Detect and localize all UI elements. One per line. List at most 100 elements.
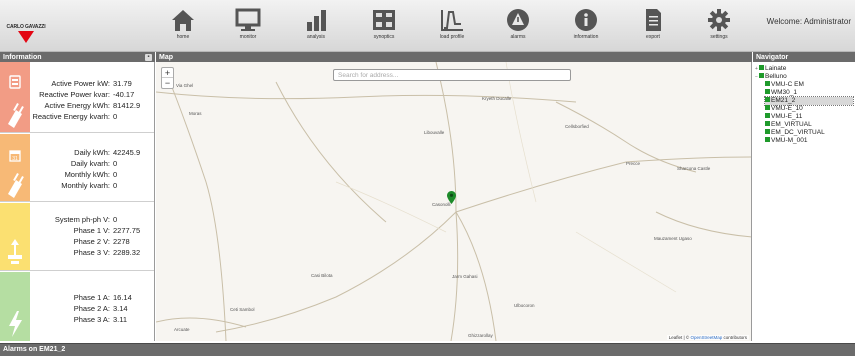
- nav-information-label: information: [573, 34, 599, 40]
- tree-item-vmu-e-10[interactable]: VMU-E_10: [765, 105, 803, 113]
- app-window: CARLO GAVAZZI home monitor analysis syno…: [0, 0, 855, 356]
- alarms-panel-header[interactable]: Alarms on EM21_2: [0, 343, 855, 356]
- collapse-icon[interactable]: ▪: [145, 54, 152, 61]
- voltage-icon: [8, 239, 22, 264]
- node-status-icon: [759, 65, 764, 70]
- nav-monitor-button[interactable]: monitor: [213, 6, 283, 50]
- nav-synoptics-label: synoptics: [373, 34, 395, 40]
- map-label: Libouvalle: [424, 130, 445, 135]
- node-status-icon: [765, 129, 770, 134]
- openstreetmap-link[interactable]: OpenStreetMap: [690, 335, 722, 340]
- map-label: Ghizzarollay: [468, 333, 493, 338]
- tree-item-em21-2[interactable]: EM21_2: [764, 96, 854, 106]
- tree-item-em-virtual[interactable]: EM_VIRTUAL: [765, 121, 812, 129]
- tree-item-label: Belluno: [765, 73, 787, 80]
- info-row-reactive-energy: Reactive Energy kvarh: 0: [30, 111, 154, 123]
- nav-synoptics-button[interactable]: synoptics: [349, 6, 419, 50]
- node-status-icon: [765, 97, 770, 102]
- tree-item-vmu-c-em[interactable]: VMU-C EM: [765, 81, 804, 89]
- carlo-gavazzi-logo: CARLO GAVAZZI: [4, 24, 48, 54]
- map-search-input[interactable]: [333, 69, 571, 81]
- lightning-icon: [9, 311, 22, 337]
- tree-item-em-dc-virtual[interactable]: EM_DC_VIRTUAL: [765, 129, 825, 137]
- plug-icon: [8, 103, 24, 128]
- tree-item-label: Lainate: [765, 65, 787, 72]
- monthly-kvarh-value: 0: [113, 181, 118, 190]
- tree-item-belluno[interactable]: − Belluno: [755, 73, 787, 81]
- totals-color-strip: 31: [0, 134, 30, 201]
- voltage-color-strip: [0, 203, 30, 270]
- monthly-kvarh-label: Monthly kvarh:: [61, 181, 110, 190]
- nav-export-button[interactable]: export: [618, 6, 688, 50]
- nav-monitor-label: monitor: [239, 34, 257, 40]
- info-section-power: Active Power kW: 31.79 Reactive Power kv…: [0, 62, 154, 133]
- node-status-icon: [765, 121, 770, 126]
- tree-item-label: EM21_2: [771, 97, 796, 104]
- map-label: Arcuate: [174, 327, 190, 332]
- node-status-icon: [765, 89, 770, 94]
- map-label: Casi Bilota: [311, 273, 333, 278]
- info-row-phase3-voltage: Phase 3 V: 2289.32: [30, 247, 154, 259]
- tree-item-label: VMU-C EM: [771, 81, 804, 88]
- reactive-energy-value: 0: [113, 112, 118, 121]
- attribution-prefix: Leaflet | ©: [668, 335, 691, 340]
- tree-item-label: VMU-M_001: [771, 137, 808, 144]
- nav-analysis-button[interactable]: analysis: [281, 6, 351, 50]
- map-view[interactable]: + − Via Ghel Moras Kryeth Ducalle Libouv…: [156, 62, 752, 341]
- home-icon: [172, 10, 194, 31]
- info-icon: [575, 9, 597, 31]
- phase3-voltage-label: Phase 3 V:: [73, 248, 110, 257]
- nav-alarms-button[interactable]: alarms: [483, 6, 553, 50]
- monitor-icon: [235, 8, 261, 31]
- tree-item-label: EM_DC_VIRTUAL: [771, 129, 825, 136]
- map-label: Via Ghel: [176, 83, 194, 88]
- synoptics-icon: [373, 10, 395, 30]
- nav-settings-label: settings: [710, 34, 728, 40]
- navigator-panel: + Lainate − Belluno VMU-C EM WM30_1 EM21_2…: [753, 62, 855, 341]
- node-status-icon: [765, 105, 770, 110]
- alarms-panel-title: Alarms on EM21_2: [3, 346, 66, 353]
- zoom-in-button[interactable]: +: [162, 68, 173, 78]
- attribution-suffix: contributors: [722, 335, 747, 340]
- map-attribution: Leaflet | © OpenStreetMap contributors: [666, 335, 749, 340]
- nav-home-button[interactable]: home: [148, 6, 218, 50]
- welcome-text: Welcome: Administrator: [766, 17, 851, 26]
- information-panel: Active Power kW: 31.79 Reactive Power kv…: [0, 62, 155, 341]
- reactive-energy-label: Reactive Energy kvarh:: [32, 112, 110, 121]
- bar-chart-icon: [307, 10, 326, 31]
- phase3-voltage-value: 2289.32: [113, 248, 141, 257]
- logo-triangle-icon: [18, 31, 34, 43]
- map-label: Cellsborfied: [565, 124, 589, 129]
- map-label: Sharcona Castle: [677, 166, 711, 171]
- logo-text: CARLO GAVAZZI: [6, 24, 46, 30]
- nav-load-profile-label: load profile: [439, 34, 465, 40]
- nav-load-profile-button[interactable]: load profile: [417, 6, 487, 50]
- info-section-energy-totals: 31 Daily kWh: 42245.9 Daily kvarh: 0 Mon…: [0, 134, 154, 202]
- tree-item-wm30-1[interactable]: WM30_1: [765, 89, 797, 97]
- zoom-out-button[interactable]: −: [162, 78, 173, 88]
- map-label: Ceti Sambol: [230, 307, 255, 312]
- node-status-icon: [765, 113, 770, 118]
- info-section-voltage: System ph-ph V: 0 Phase 1 V: 2277.75 Pha…: [0, 203, 154, 271]
- tree-item-label: WM30_1: [771, 89, 798, 96]
- zoom-control: + −: [161, 67, 174, 89]
- gear-icon: [708, 9, 730, 31]
- map-marker-icon[interactable]: [447, 191, 456, 204]
- nav-information-button[interactable]: information: [551, 6, 621, 50]
- tree-item-lainate[interactable]: + Lainate: [755, 65, 786, 73]
- node-status-icon: [765, 81, 770, 86]
- map-panel-title: Map: [159, 54, 173, 61]
- tree-item-label: VMU-E_10: [771, 105, 803, 112]
- top-toolbar: CARLO GAVAZZI home monitor analysis syno…: [0, 0, 855, 52]
- info-row-phase3-current: Phase 3 A: 3.11: [30, 314, 154, 326]
- nav-settings-button[interactable]: settings: [684, 6, 754, 50]
- plug-icon: [8, 173, 24, 198]
- load-profile-icon: [441, 10, 463, 31]
- tree-item-label: EM_VIRTUAL: [771, 121, 812, 128]
- counter-icon: [9, 75, 21, 89]
- nav-home-label: home: [176, 34, 190, 40]
- map-label: Kryeth Ducalle: [482, 96, 512, 101]
- tree-item-vmu-e-11[interactable]: VMU-E_11: [765, 113, 802, 121]
- information-panel-title: Information: [3, 54, 42, 61]
- tree-item-vmu-m-001[interactable]: VMU-M_001: [765, 137, 807, 145]
